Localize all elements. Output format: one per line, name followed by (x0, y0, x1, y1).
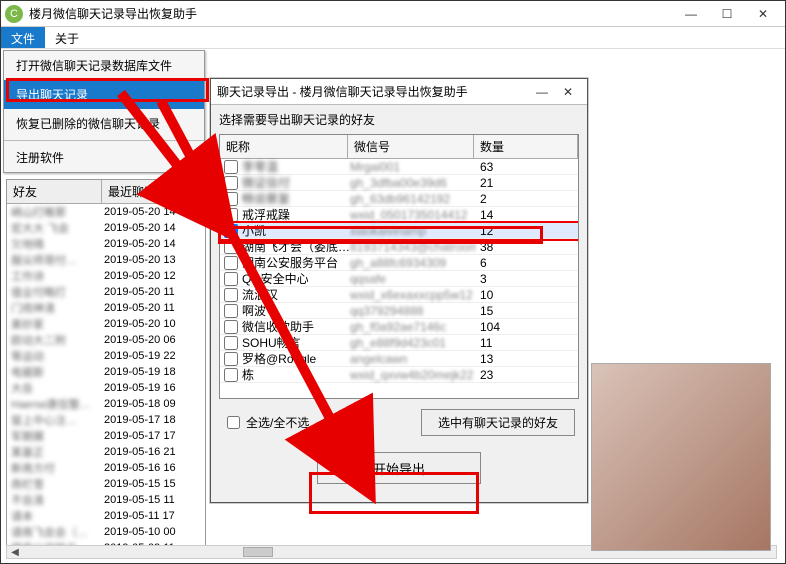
dropdown-register[interactable]: 注册软件 (4, 143, 204, 172)
menu-about[interactable]: 关于 (45, 27, 89, 48)
main-titlebar: C 楼月微信聊天记录导出恢复助手 — ☐ ✕ (1, 1, 785, 27)
friend-row[interactable]: 军期展2019-05-17 17 (7, 428, 205, 444)
main-min-button[interactable]: — (673, 1, 709, 27)
dialog-table[interactable]: 昵称 微信号 数量 李零温Mrgai00163微证信付gh_3dfba00e39… (219, 134, 579, 399)
table-row[interactable]: SOHU畅言gh_e88f9d423c0111 (220, 335, 578, 351)
friend-row[interactable]: 等运动2019-05-19 22 (7, 348, 205, 364)
table-row[interactable]: 畅说蔡复gh_63db961421922 (220, 191, 578, 207)
dialog-close-button[interactable]: ✕ (555, 79, 581, 105)
start-export-button[interactable]: 开始导出 (317, 452, 481, 484)
friend-row[interactable]: 某基正2019-05-16 21 (7, 444, 205, 460)
row-checkbox[interactable] (224, 304, 238, 318)
friend-row[interactable]: 美妙家2019-05-20 10 (7, 316, 205, 332)
table-row[interactable]: 李零温Mrgai00163 (220, 159, 578, 175)
file-dropdown: 打开微信聊天记录数据库文件 导出聊天记录 恢复已删除的微信聊天记录 注册软件 (3, 50, 205, 173)
row-checkbox[interactable] (224, 256, 238, 270)
table-row[interactable]: 栋wxid_qxvw4b20mejk2223 (220, 367, 578, 383)
background-photo (591, 363, 771, 551)
scroll-thumb[interactable] (243, 547, 273, 557)
table-row[interactable]: 湖南飞才会（娄底…8193714343@chatroom38 (220, 239, 578, 255)
table-row[interactable]: 小凯xiaokaivinamp12 (220, 223, 578, 239)
row-checkbox[interactable] (224, 352, 238, 366)
row-checkbox[interactable] (224, 176, 238, 190)
row-checkbox[interactable] (224, 336, 238, 350)
table-row[interactable]: QQ安全中心qqsafe3 (220, 271, 578, 287)
main-max-button[interactable]: ☐ (709, 1, 745, 27)
row-checkbox[interactable] (224, 192, 238, 206)
app-icon: C (5, 5, 23, 23)
dialog-title: 聊天记录导出 - 楼月微信聊天记录导出恢复助手 (217, 83, 529, 100)
row-checkbox[interactable] (224, 272, 238, 286)
row-checkbox[interactable] (224, 224, 238, 238)
friend-row[interactable]: 门用神清2019-05-20 11 (7, 300, 205, 316)
friend-col-name[interactable]: 好友 (7, 180, 102, 203)
friend-row[interactable]: 崎山打睢那2019-05-20 14 (7, 204, 205, 220)
export-dialog: 聊天记录导出 - 楼月微信聊天记录导出恢复助手 — ✕ 选择需要导出聊天记录的好… (210, 78, 588, 503)
th-wxid[interactable]: 微信号 (348, 135, 474, 158)
table-row[interactable]: 微证信付gh_3dfba00e39d621 (220, 175, 578, 191)
friend-row[interactable]: 商栏雪2019-05-15 15 (7, 476, 205, 492)
table-row[interactable]: 罗格@Roogleangelcawn13 (220, 351, 578, 367)
friend-row[interactable]: 大岳2019-05-19 16 (7, 380, 205, 396)
friend-row[interactable]: 服尖师哥付…2019-05-20 13 (7, 252, 205, 268)
select-all-label: 全选/全不选 (246, 414, 309, 431)
dialog-min-button[interactable]: — (529, 79, 555, 105)
th-count[interactable]: 数量 (474, 135, 578, 158)
row-checkbox[interactable] (224, 240, 238, 254)
scroll-left-icon[interactable]: ◀ (7, 547, 23, 558)
table-row[interactable]: 流浪汉wxid_x6exaxxcpp5w1210 (220, 287, 578, 303)
table-row[interactable]: 啊波qq37929488815 (220, 303, 578, 319)
dropdown-open-db[interactable]: 打开微信聊天记录数据库文件 (4, 51, 204, 80)
row-checkbox[interactable] (224, 288, 238, 302)
friend-row[interactable]: 工作诗2019-05-20 12 (7, 268, 205, 284)
select-has-chat-button[interactable]: 选中有聊天记录的好友 (421, 409, 575, 436)
menubar: 文件 关于 (1, 27, 785, 49)
dropdown-export[interactable]: 导出聊天记录 (4, 80, 204, 109)
table-row[interactable]: 微信收款助手gh_f0a92ae7146c104 (220, 319, 578, 335)
friend-row[interactable]: 宏大大 飞会2019-05-20 14 (7, 220, 205, 236)
friend-row[interactable]: 值业付略打2019-05-20 11 (7, 284, 205, 300)
select-all-checkbox[interactable] (227, 416, 240, 429)
table-row[interactable]: 湖南公安服务平台gh_a88fc69343096 (220, 255, 578, 271)
th-nick[interactable]: 昵称 (220, 135, 348, 158)
table-row[interactable]: 戒浮戒躁wxid_050173501441214 (220, 207, 578, 223)
row-checkbox[interactable] (224, 160, 238, 174)
friend-row[interactable]: 不岳清2019-05-15 11 (7, 492, 205, 508)
friend-col-time[interactable]: 最近聊天时 (102, 180, 205, 203)
friend-row[interactable]: 欧动大二附2019-05-20 06 (7, 332, 205, 348)
friend-row[interactable]: 欠地晴2019-05-20 14 (7, 236, 205, 252)
dialog-subtitle: 选择需要导出聊天记录的好友 (211, 105, 587, 134)
row-checkbox[interactable] (224, 368, 238, 382)
friend-row[interactable]: 新南方付2019-05-16 16 (7, 460, 205, 476)
friend-list-panel: 好友 最近聊天时 崎山打睢那2019-05-20 14宏大大 飞会2019-05… (6, 179, 206, 553)
friend-row[interactable]: 电据斯2019-05-19 18 (7, 364, 205, 380)
friend-row[interactable]: 请本2019-05-11 17 (7, 508, 205, 524)
app-title: 楼月微信聊天记录导出恢复助手 (29, 5, 673, 22)
dropdown-separator (4, 140, 204, 141)
dropdown-recover[interactable]: 恢复已删除的微信聊天记录 (4, 109, 204, 138)
friend-row[interactable]: 请南飞会会（…2019-05-10 00 (7, 524, 205, 540)
menu-file[interactable]: 文件 (1, 27, 45, 48)
row-checkbox[interactable] (224, 320, 238, 334)
friend-row[interactable]: Haerse唐信整…2019-05-18 09 (7, 396, 205, 412)
friend-row[interactable]: 窗上中心注…2019-05-17 18 (7, 412, 205, 428)
main-close-button[interactable]: ✕ (745, 1, 781, 27)
row-checkbox[interactable] (224, 208, 238, 222)
